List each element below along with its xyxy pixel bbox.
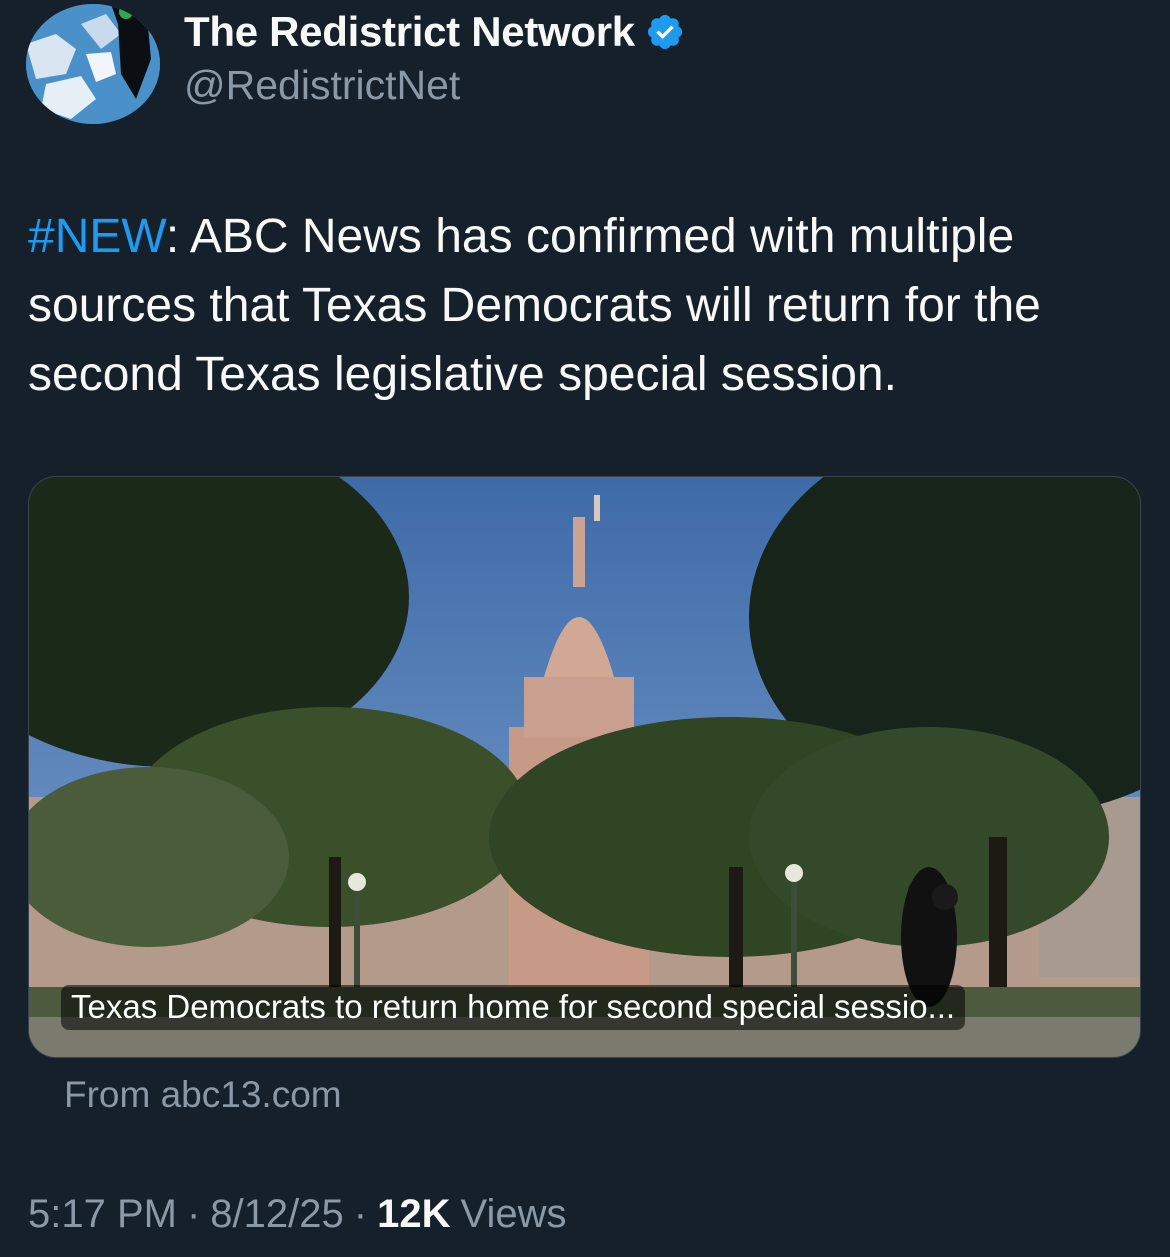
views-label: Views — [460, 1192, 567, 1236]
link-card[interactable]: Texas Democrats to return home for secon… — [28, 476, 1141, 1058]
avatar[interactable] — [26, 4, 160, 124]
link-source[interactable]: From abc13.com — [64, 1074, 342, 1116]
views-count[interactable]: 12K — [377, 1192, 450, 1237]
meta-separator: · — [186, 1192, 201, 1236]
puzzle-map-avatar-icon — [26, 4, 160, 124]
author-name-row[interactable]: The Redistrict Network — [184, 8, 685, 56]
hashtag-link[interactable]: #NEW — [28, 210, 166, 263]
tweet: The Redistrict Network @RedistrictNet #N… — [0, 0, 1170, 1257]
author-display-name[interactable]: The Redistrict Network — [184, 8, 635, 56]
tweet-body: : ABC News has confirmed with multiple s… — [28, 210, 1041, 401]
verified-badge-icon — [647, 14, 682, 50]
meta-separator: · — [353, 1192, 368, 1236]
tweet-time[interactable]: 5:17 PM — [28, 1192, 177, 1237]
link-card-title[interactable]: Texas Democrats to return home for secon… — [61, 985, 966, 1030]
texas-capitol-photo-icon — [29, 477, 1140, 1057]
tweet-text: #NEW: ABC News has confirmed with multip… — [28, 202, 1138, 409]
tweet-date[interactable]: 8/12/25 — [210, 1192, 343, 1237]
author-handle[interactable]: @RedistrictNet — [184, 62, 460, 109]
tweet-meta: 5:17 PM · 8/12/25 · 12K Views — [28, 1192, 566, 1237]
